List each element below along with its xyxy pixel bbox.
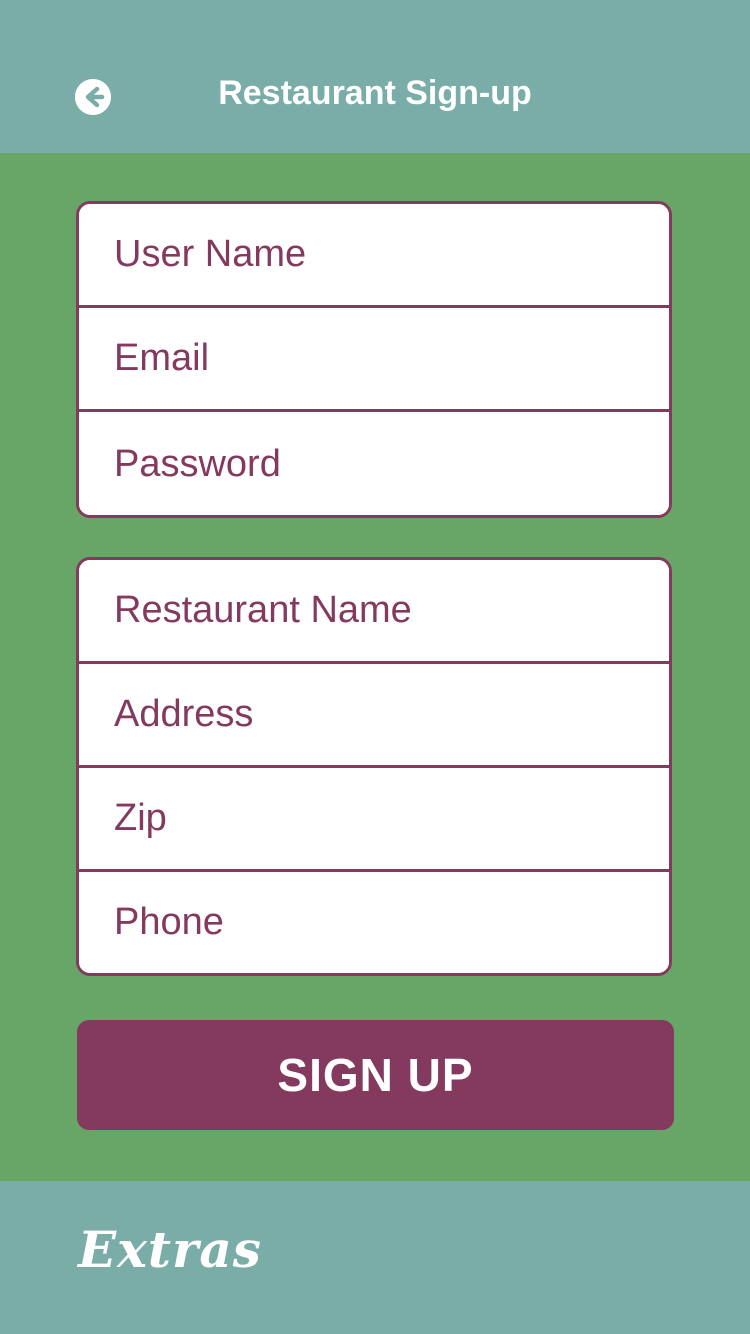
address-field[interactable]: [79, 664, 669, 768]
page-title: Restaurant Sign-up: [218, 74, 532, 112]
app-header: Restaurant Sign-up: [0, 0, 750, 153]
extras-logo[interactable]: Extras: [78, 1218, 262, 1282]
password-field[interactable]: [79, 412, 669, 515]
email-field[interactable]: [79, 308, 669, 412]
user-name-field[interactable]: [79, 204, 669, 308]
account-form-group: [76, 201, 672, 518]
restaurant-form-group: [76, 557, 672, 976]
phone-field[interactable]: [79, 872, 669, 973]
zip-field[interactable]: [79, 768, 669, 872]
sign-up-button[interactable]: SIGN UP: [77, 1020, 674, 1130]
restaurant-name-field[interactable]: [79, 560, 669, 664]
